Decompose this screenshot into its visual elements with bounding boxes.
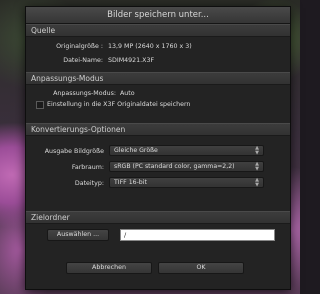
up-down-arrows-icon: ▲ ▼ [255,161,259,172]
original-size-label: Originalgröße : [56,43,103,50]
filename-label: Datei-Name: [63,57,103,64]
destination-path-input[interactable]: / [120,229,275,241]
filetype-value: TIFF 16-bit [114,179,147,186]
dialog-title: Bilder speichern unter... [26,7,290,24]
filetype-label: Dateityp: [74,180,104,187]
original-size-value: 13,9 MP (2640 x 1760 x 3) [108,43,192,50]
section-header-source: Quelle [26,24,290,37]
ok-button[interactable]: OK [158,262,244,274]
colorspace-value: sRGB (PC standard color, gamma=2,2) [114,163,235,170]
adjustment-mode-label: Anpassungs-Modus: [53,90,116,97]
output-size-value: Gleiche Größe [114,147,158,154]
save-images-dialog: Bilder speichern unter... Quelle Origina… [25,6,291,290]
section-header-destination: Zielordner [26,211,290,224]
save-to-x3f-label: Einstellung in die X3F Originaldatei spe… [47,101,191,108]
colorspace-label: Farbraum: [71,164,104,171]
adjustment-mode-value: Auto [120,90,135,97]
save-to-x3f-checkbox[interactable] [36,101,44,109]
up-down-arrows-icon: ▲ ▼ [255,145,259,156]
browse-folder-button[interactable]: Auswählen ... [47,229,109,241]
cancel-button[interactable]: Abbrechen [66,262,152,274]
colorspace-select[interactable]: sRGB (PC standard color, gamma=2,2) ▲ ▼ [109,161,264,172]
section-header-conversion: Konvertierungs-Optionen [26,123,290,136]
output-size-select[interactable]: Gleiche Größe ▲ ▼ [109,145,264,156]
section-header-adjustment: Anpassungs-Modus [26,72,290,85]
filename-value: SDIM4921.X3F [108,57,155,64]
output-size-label: Ausgabe Bildgröße [44,148,104,155]
filetype-select[interactable]: TIFF 16-bit ▲ ▼ [109,177,264,188]
up-down-arrows-icon: ▲ ▼ [255,177,259,188]
